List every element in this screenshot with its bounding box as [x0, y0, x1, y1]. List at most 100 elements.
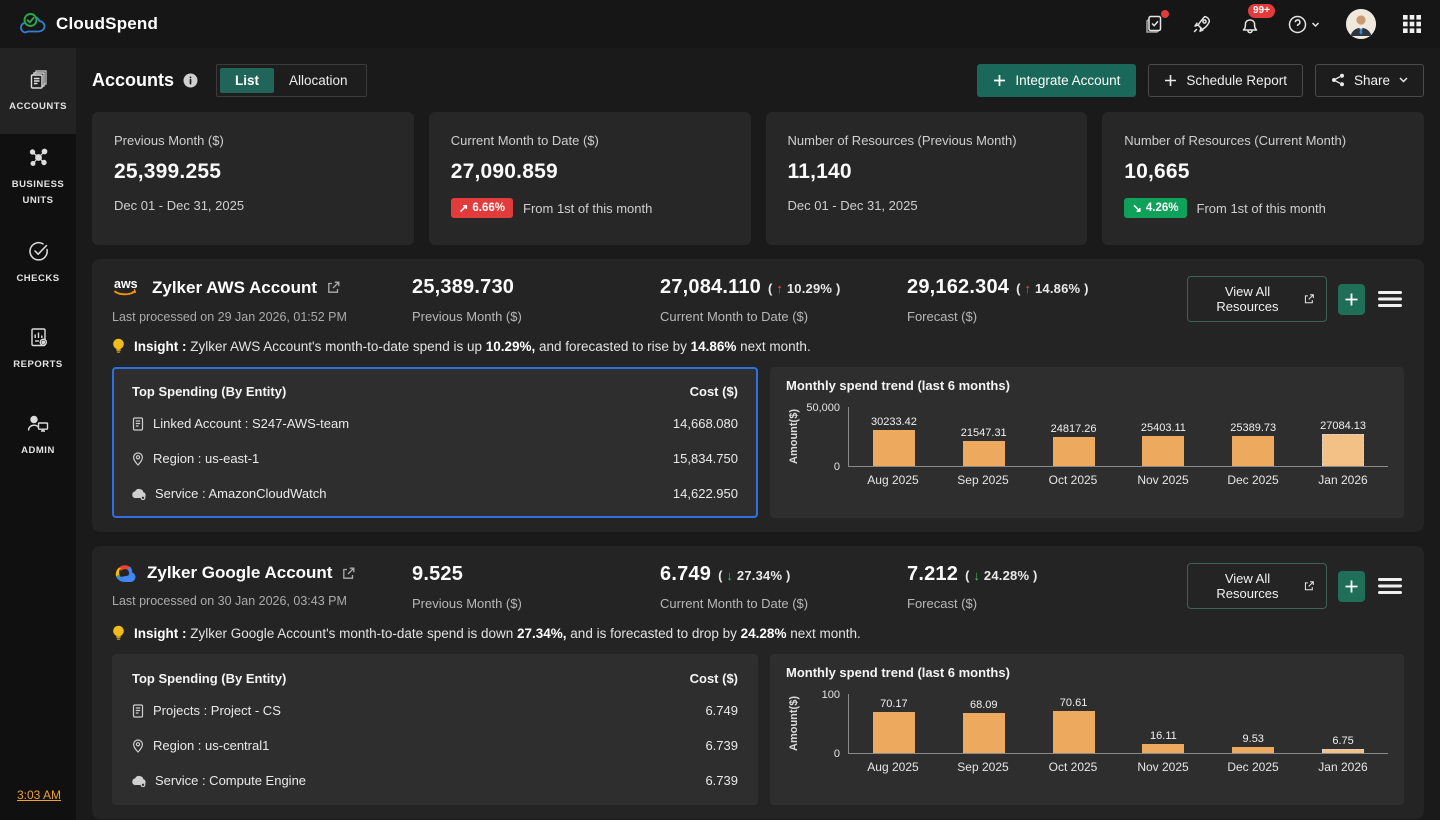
table-row-linked-account[interactable]: Linked Account : S247-AWS-team 14,668.08… — [132, 406, 738, 441]
bar — [963, 441, 1005, 466]
bell-icon[interactable]: 99+ — [1239, 13, 1261, 35]
x-axis-label: Sep 2025 — [938, 473, 1028, 487]
bar-plot: 30233.4221547.3124817.2625403.1125389.73… — [848, 407, 1388, 467]
arrow-up-icon: ↑ — [776, 281, 783, 296]
table-row-region[interactable]: Region : us-central1 6.739 — [132, 728, 738, 763]
hamburger-menu-icon[interactable] — [1376, 575, 1404, 597]
card-current-month-to-date: Current Month to Date ($) 27,090.859 ↗6.… — [429, 112, 751, 245]
linked-account-icon — [132, 704, 144, 718]
tab-allocation[interactable]: Allocation — [274, 68, 363, 93]
bar — [1142, 436, 1184, 466]
card-note: From 1st of this month — [1197, 201, 1326, 216]
x-axis-label: Dec 2025 — [1208, 473, 1298, 487]
bar-slot: 21547.31 — [939, 407, 1029, 466]
arrow-up-icon: ↑ — [1024, 281, 1031, 296]
add-budget-button[interactable] — [1338, 284, 1365, 315]
bar — [873, 712, 915, 753]
help-icon — [1287, 14, 1308, 35]
forecast-change-pct: ↓ 24.28% — [965, 568, 1038, 583]
schedule-report-button[interactable]: Schedule Report — [1148, 64, 1303, 97]
account-card-google: Zylker Google Account Last processed on … — [92, 546, 1424, 819]
monthly-spend-chart: Monthly spend trend (last 6 months) Amou… — [770, 654, 1404, 805]
admin-icon — [26, 412, 50, 435]
sidebar-item-business-units[interactable]: BUSINESS UNITS — [0, 134, 76, 220]
card-resources-current-month: Number of Resources (Current Month) 10,6… — [1102, 112, 1424, 245]
sidebar-item-checks[interactable]: CHECKS — [0, 220, 76, 306]
bar-slot: 25403.11 — [1118, 407, 1208, 466]
card-period: Dec 01 - Dec 31, 2025 — [114, 198, 244, 213]
view-toggle: List Allocation — [216, 64, 367, 97]
info-icon[interactable] — [183, 73, 198, 88]
x-axis-label: Nov 2025 — [1118, 473, 1208, 487]
x-axis-label: Jan 2026 — [1298, 760, 1388, 774]
arrow-down-icon: ↓ — [973, 568, 980, 583]
metric-previous-month: 25,389.730 Previous Month ($) — [412, 276, 660, 324]
forecast-change-pct: ↑ 14.86% — [1016, 281, 1089, 296]
table-row-region[interactable]: Region : us-east-1 15,834.750 — [132, 441, 738, 476]
sidebar-item-admin[interactable]: ADMIN — [0, 392, 76, 478]
card-value: 11,140 — [788, 160, 1066, 184]
bar-value-label: 27084.13 — [1320, 420, 1366, 432]
bar-value-label: 25389.73 — [1230, 422, 1276, 434]
summary-cards: Previous Month ($) 25,399.255 Dec 01 - D… — [92, 112, 1424, 245]
sidebar-item-accounts[interactable]: ACCOUNTS — [0, 48, 76, 134]
page-header: Accounts List Allocation Integrate Accou… — [92, 48, 1424, 112]
last-processed: Last processed on 29 Jan 2026, 01:52 PM — [112, 310, 412, 324]
arrow-down-icon: ↓ — [726, 568, 733, 583]
accounts-icon — [27, 68, 50, 91]
avatar[interactable] — [1346, 9, 1376, 39]
cloudspend-app: CloudSpend — [0, 0, 1440, 820]
time-link[interactable]: 3:03 AM — [17, 788, 61, 802]
bar-slot: 9.53 — [1208, 694, 1298, 753]
mtd-change-pct: ↑ 10.29% — [768, 281, 841, 296]
card-value: 25,399.255 — [114, 160, 392, 184]
top-spending-table: Top Spending (By Entity) Cost ($) Projec… — [112, 654, 758, 805]
bar-value-label: 9.53 — [1243, 733, 1264, 745]
app-title: CloudSpend — [56, 14, 158, 34]
external-link-icon — [1304, 293, 1314, 305]
x-axis-label: Oct 2025 — [1028, 473, 1118, 487]
insight-row: Insight : Zylker Google Account's month-… — [112, 625, 1404, 642]
notification-count-badge: 99+ — [1248, 4, 1275, 18]
top-spending-table: Top Spending (By Entity) Cost ($) Linked… — [112, 367, 758, 518]
topbar: CloudSpend — [0, 0, 1440, 48]
integrate-account-button[interactable]: Integrate Account — [977, 64, 1136, 97]
tab-list[interactable]: List — [220, 68, 274, 93]
x-axis-label: Jan 2026 — [1298, 473, 1388, 487]
external-link-icon[interactable] — [327, 281, 340, 294]
x-axis-labels: Aug 2025Sep 2025Oct 2025Nov 2025Dec 2025… — [848, 473, 1388, 487]
bar-value-label: 70.61 — [1060, 697, 1088, 709]
table-row-service[interactable]: Service : AmazonCloudWatch 14,622.950 — [132, 476, 738, 511]
monthly-spend-chart: Monthly spend trend (last 6 months) Amou… — [770, 367, 1404, 518]
view-all-resources-button[interactable]: View All Resources — [1187, 276, 1327, 322]
account-name-link[interactable]: Zylker AWS Account — [152, 278, 317, 298]
reports-icon — [27, 326, 50, 349]
bar — [1053, 437, 1095, 466]
hamburger-menu-icon[interactable] — [1376, 288, 1404, 310]
x-axis-label: Aug 2025 — [848, 760, 938, 774]
view-all-resources-button[interactable]: View All Resources — [1187, 563, 1327, 609]
table-row-projects[interactable]: Projects : Project - CS 6.749 — [132, 693, 738, 728]
add-budget-button[interactable] — [1338, 571, 1365, 602]
apps-grid-icon[interactable] — [1402, 14, 1422, 34]
help-menu[interactable] — [1287, 14, 1320, 35]
google-cloud-logo-icon — [112, 563, 137, 583]
account-name-link[interactable]: Zylker Google Account — [147, 563, 332, 583]
app-logo[interactable]: CloudSpend — [20, 12, 158, 37]
notification-dot — [1161, 10, 1169, 18]
rocket-icon[interactable] — [1191, 13, 1213, 35]
linked-account-icon — [132, 417, 144, 431]
y-axis-label: Amount($) — [786, 694, 802, 754]
plus-icon — [1344, 579, 1359, 594]
table-row-service[interactable]: Service : Compute Engine 6.739 — [132, 763, 738, 798]
share-button[interactable]: Share — [1315, 64, 1424, 97]
external-link-icon[interactable] — [342, 567, 355, 580]
top-spending-title: Top Spending (By Entity) — [132, 384, 286, 399]
change-badge-down: ↘4.26% — [1124, 198, 1186, 218]
bar — [1053, 711, 1095, 753]
tasks-icon[interactable] — [1143, 13, 1165, 35]
x-axis-label: Oct 2025 — [1028, 760, 1118, 774]
bar-value-label: 70.17 — [880, 698, 908, 710]
y-axis-ticks: 100 0 — [802, 694, 848, 754]
sidebar-item-reports[interactable]: REPORTS — [0, 306, 76, 392]
